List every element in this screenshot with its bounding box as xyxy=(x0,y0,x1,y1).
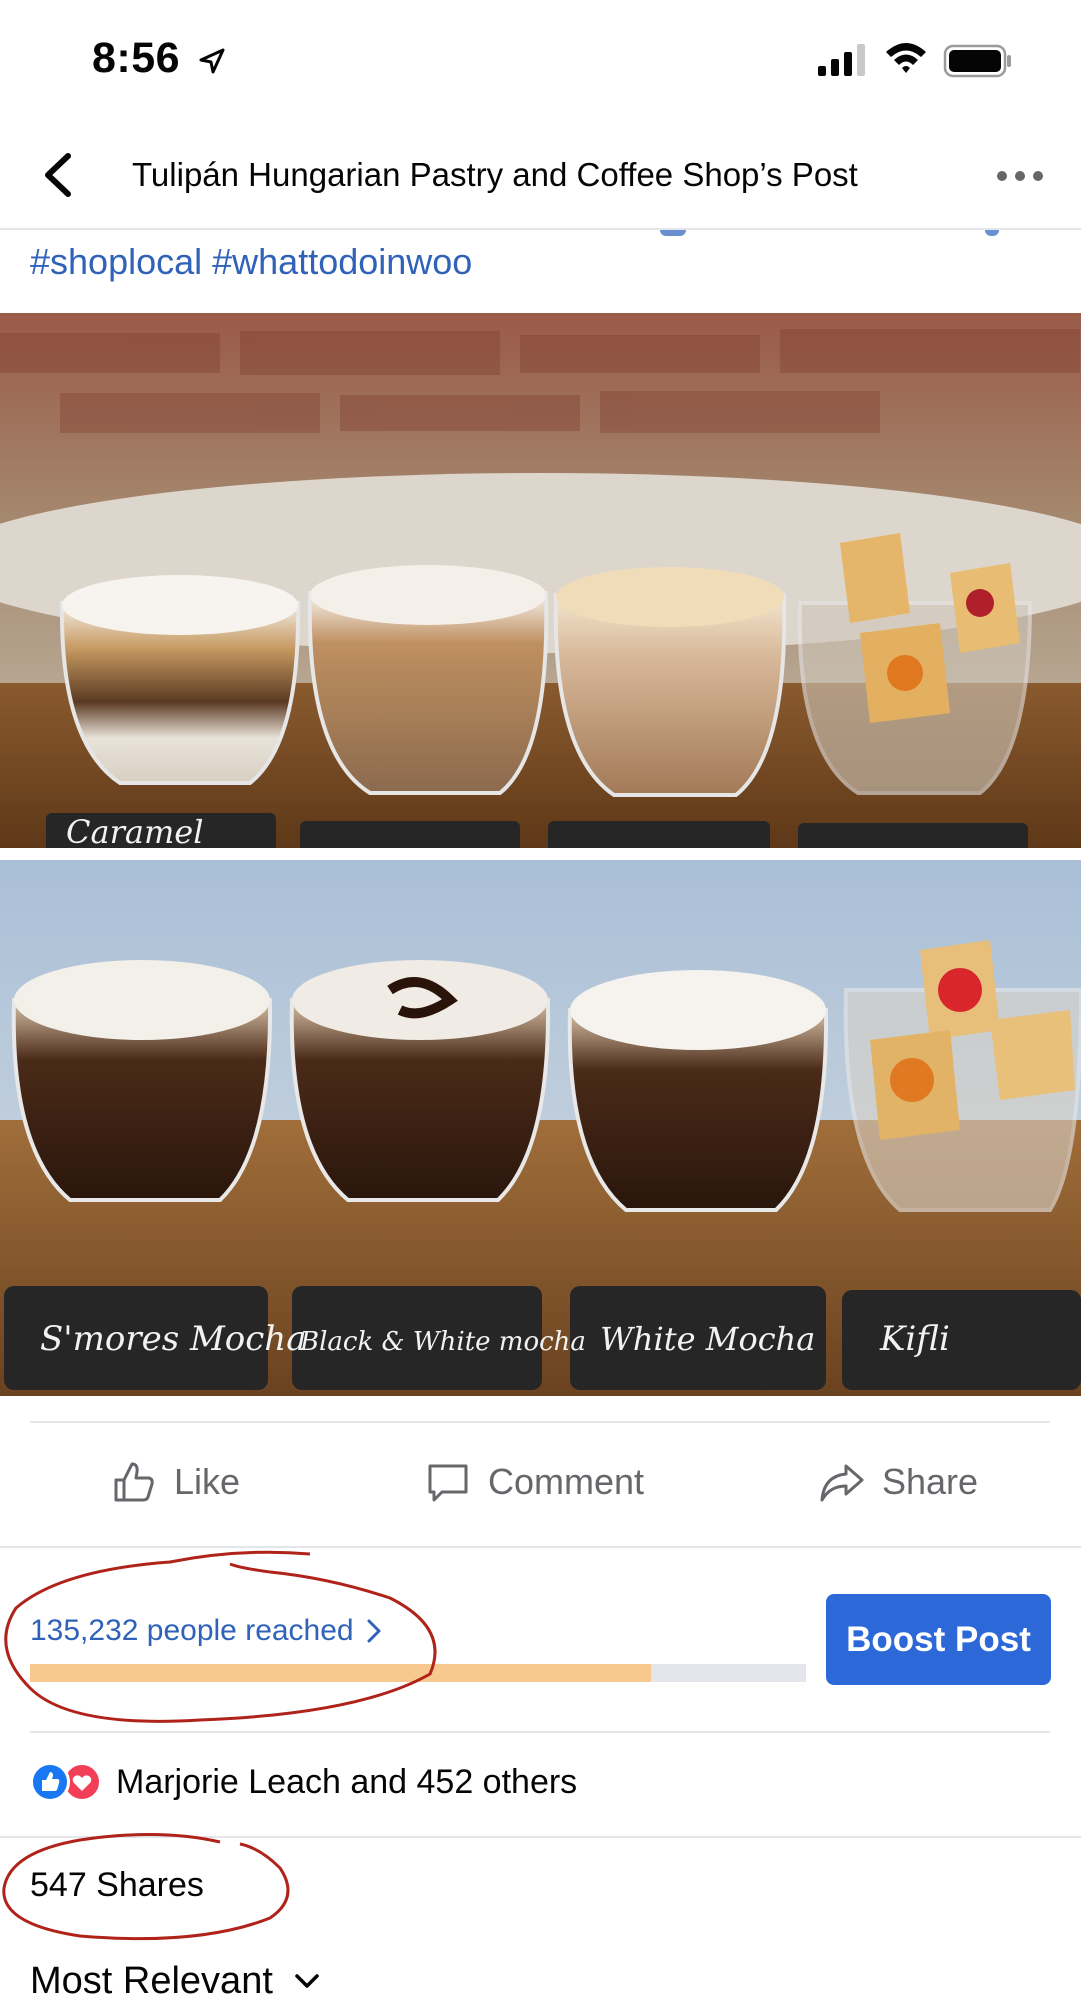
reactions-text: Marjorie Leach and 452 others xyxy=(116,1762,578,1801)
post-photo-mocha-flight[interactable]: S'mores Mocha Black & White mocha White … xyxy=(0,860,1081,1396)
nav-header: Tulipán Hungarian Pastry and Coffee Shop… xyxy=(0,120,1081,230)
shares-count[interactable]: 547 Shares xyxy=(30,1866,204,1905)
people-reached-text: 135,232 people reached xyxy=(30,1614,354,1647)
chevron-down-icon xyxy=(295,1973,319,1988)
post-photo-latte-flight[interactable]: Caramel xyxy=(0,313,1081,848)
sort-label: Most Relevant xyxy=(30,1960,273,2000)
divider xyxy=(30,1731,1050,1733)
status-time: 8:56 xyxy=(92,34,181,82)
chalk-label-kifli: Kifli xyxy=(879,1319,950,1359)
chalk-label-white-mocha: White Mocha xyxy=(600,1320,815,1358)
photo-latte-flight-image: Caramel xyxy=(0,313,1081,848)
reactions-summary[interactable]: Marjorie Leach and 452 others xyxy=(30,1762,577,1802)
share-arrow-icon xyxy=(820,1464,864,1502)
share-label: Share xyxy=(882,1461,979,1502)
divider xyxy=(0,1546,1081,1548)
divider xyxy=(0,1836,1081,1838)
like-label: Like xyxy=(174,1461,241,1502)
reach-progress-bar xyxy=(30,1664,806,1682)
people-reached-link[interactable]: 135,232 people reached xyxy=(30,1614,382,1648)
post-action-bar: Like Comment Share xyxy=(30,1422,1050,1546)
location-arrow-icon xyxy=(199,48,225,74)
cellular-signal-icon xyxy=(818,44,865,76)
chalk-label-smores: S'mores Mocha xyxy=(40,1319,306,1359)
more-options-icon[interactable] xyxy=(995,168,1045,184)
comment-button[interactable]: Comment xyxy=(424,1452,644,1512)
page-title: Tulipán Hungarian Pastry and Coffee Shop… xyxy=(132,156,858,193)
boost-post-button[interactable]: Boost Post xyxy=(826,1594,1051,1685)
comment-icon xyxy=(428,1464,468,1502)
like-button[interactable]: Like xyxy=(110,1452,240,1512)
battery-icon xyxy=(943,44,1011,78)
wifi-icon xyxy=(886,43,926,73)
reach-progress-fill xyxy=(30,1664,651,1682)
post-hashtags[interactable]: #shoplocal #whattodoinwoo xyxy=(30,232,472,292)
like-reaction-icon xyxy=(30,1762,70,1802)
chalk-label-caramel: Caramel xyxy=(66,813,203,848)
back-chevron-icon[interactable] xyxy=(38,150,78,200)
comment-label: Comment xyxy=(488,1461,645,1502)
photo-mocha-flight-image: S'mores Mocha Black & White mocha White … xyxy=(0,860,1081,1396)
chalk-label-black-white: Black & White mocha xyxy=(299,1327,586,1357)
status-bar: 8:56 xyxy=(0,0,1081,120)
comment-sort-dropdown[interactable]: Most Relevant xyxy=(30,1960,321,2000)
thumbs-up-icon xyxy=(114,1462,154,1502)
chevron-right-icon xyxy=(367,1619,381,1643)
share-button[interactable]: Share xyxy=(818,1452,978,1512)
